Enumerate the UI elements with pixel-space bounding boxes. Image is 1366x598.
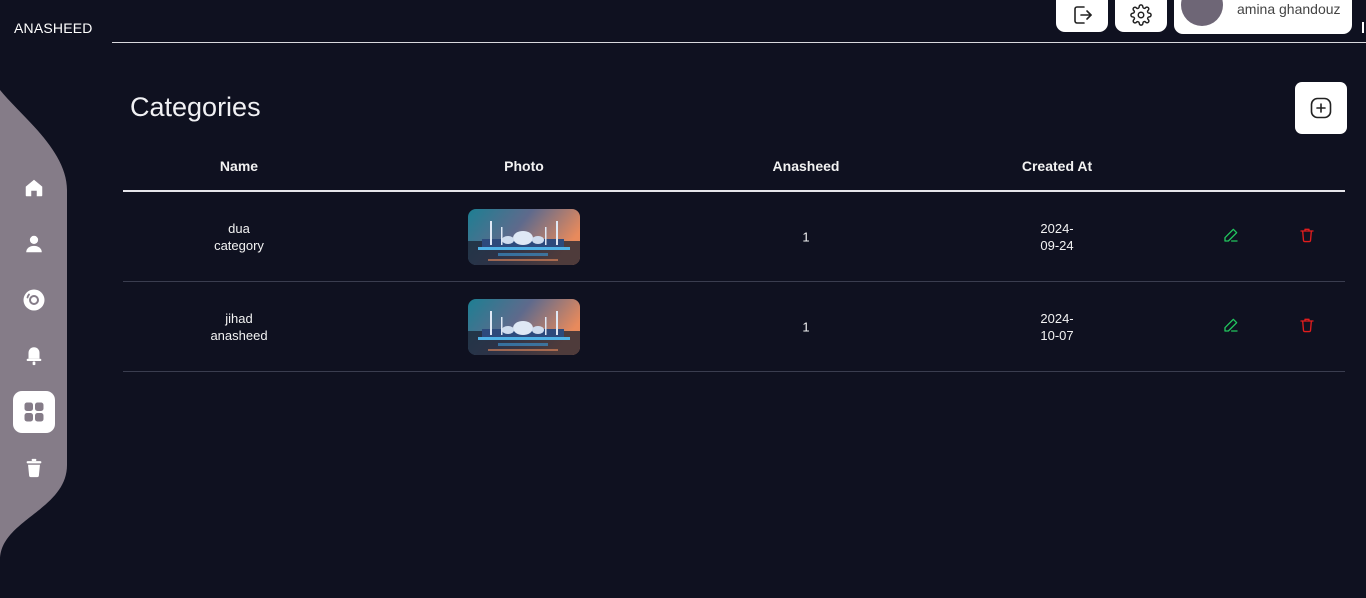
page-title: Categories <box>130 92 261 122</box>
created-at-line: 09-24 <box>1040 237 1074 253</box>
created-at-line: 2024- <box>1040 310 1074 326</box>
category-photo <box>468 298 580 355</box>
column-header-name: Name <box>219 158 259 174</box>
pencil-icon <box>1224 228 1238 242</box>
sidebar-item-categories[interactable] <box>13 391 55 433</box>
avatar[interactable] <box>1181 0 1223 26</box>
sidebar <box>0 90 70 598</box>
categories-table: Name Photo Anasheed Created At dua categ… <box>123 146 1345 372</box>
created-at: 2024- 10-07 <box>1040 310 1073 344</box>
created-at-line: 10-07 <box>1040 327 1074 343</box>
logout-icon <box>1074 6 1092 24</box>
trash-icon <box>26 458 42 478</box>
gear-icon <box>1130 4 1152 26</box>
header-divider <box>112 42 1366 43</box>
category-name: dua category <box>214 220 264 254</box>
category-name-line: dua <box>228 220 250 236</box>
sidebar-item-trash[interactable] <box>13 447 55 489</box>
sidebar-item-notifications[interactable] <box>13 335 55 377</box>
table-row: jihad anasheed 1 2024- 10-07 <box>123 282 1345 372</box>
created-at-line: 2024- <box>1040 220 1074 236</box>
sidebar-item-home[interactable] <box>13 167 55 209</box>
mosque-photo <box>468 208 580 265</box>
bell-icon <box>26 347 42 366</box>
user-icon <box>26 235 42 253</box>
app-brand[interactable]: ANASHEED <box>14 20 93 36</box>
edit-button[interactable] <box>1223 227 1239 247</box>
table-header: Name Photo Anasheed Created At <box>123 146 1345 192</box>
created-at: 2024- 09-24 <box>1040 220 1073 254</box>
trash-icon <box>1300 228 1314 242</box>
add-category-button[interactable] <box>1295 82 1347 134</box>
user-name: amina ghandouz <box>1237 1 1341 17</box>
column-header-created-at: Created At <box>1021 158 1093 174</box>
disc-icon <box>23 289 45 311</box>
category-photo <box>468 208 580 265</box>
column-header-photo: Photo <box>504 158 544 174</box>
trash-icon <box>1300 318 1314 332</box>
category-name-line: category <box>214 237 264 253</box>
delete-button[interactable] <box>1299 317 1315 337</box>
settings-button[interactable] <box>1115 0 1167 32</box>
category-name-line: jihad <box>225 310 253 326</box>
category-name: jihad anasheed <box>210 310 267 344</box>
anasheed-count: 1 <box>802 319 810 334</box>
plus-square-icon <box>1310 97 1332 119</box>
user-profile-chip[interactable]: amina ghandouz <box>1174 0 1352 34</box>
edge-mark <box>1362 22 1364 33</box>
edit-button[interactable] <box>1223 317 1239 337</box>
sidebar-item-albums[interactable] <box>13 279 55 321</box>
pencil-icon <box>1224 318 1238 332</box>
logout-button[interactable] <box>1056 0 1108 32</box>
mosque-photo <box>468 298 580 355</box>
anasheed-count: 1 <box>802 229 810 244</box>
home-icon <box>25 179 43 197</box>
delete-button[interactable] <box>1299 227 1315 247</box>
sidebar-item-users[interactable] <box>13 223 55 265</box>
column-header-anasheed: Anasheed <box>772 158 840 174</box>
table-row: dua category 1 2024- 09-24 <box>123 192 1345 282</box>
grid-icon <box>24 402 44 422</box>
category-name-line: anasheed <box>210 327 268 343</box>
